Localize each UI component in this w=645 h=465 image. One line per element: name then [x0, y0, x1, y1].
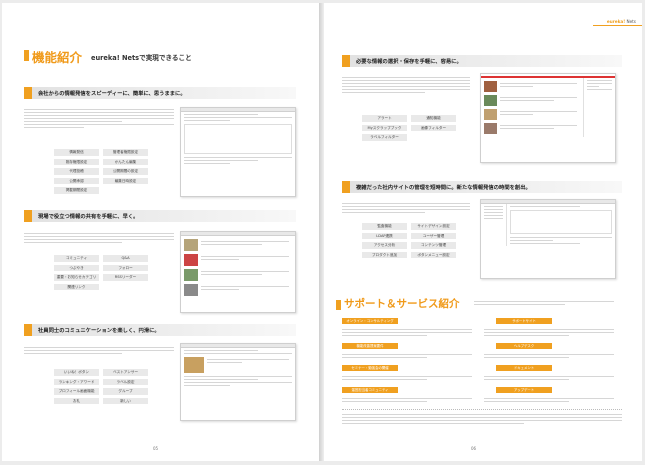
feature-tag: コンテンツ管理: [411, 242, 456, 249]
feature-tag: ラベル設定: [103, 378, 148, 386]
feature-tag: グループ: [103, 388, 148, 395]
feature-tag: かんたん編集: [103, 158, 148, 166]
support-text: [342, 396, 472, 404]
support-text: [484, 327, 614, 338]
feature-tag: ベストアンサー: [103, 369, 148, 376]
feature-tag: RSSリーダー: [103, 274, 148, 281]
feature-tag: コミュニティ: [54, 255, 99, 262]
feature-tag: 既存権限設定: [54, 158, 99, 166]
page-subtitle: eureka! Netsで実現できること: [91, 54, 192, 62]
section-4-tags: アラート 通知機能 Myスクラップブック 画像フィルター ラベルフィルター: [362, 115, 456, 141]
feature-tag: 公開期間の設定: [103, 168, 148, 175]
support-text: [342, 374, 472, 382]
screenshot-editor: [180, 107, 296, 197]
section-5-body-text: [342, 201, 470, 215]
support-label: ヘルプデスク: [496, 343, 552, 350]
feature-tag: サイトデザイン設定: [411, 223, 456, 230]
feature-tag: ボタンメニュー設定: [411, 251, 456, 259]
section-heading-5: 複雑だった社内サイトの管理を短時間に。新たな情報発信の時間を創出。: [342, 181, 622, 193]
support-title: サポート＆サービス紹介: [344, 298, 460, 310]
support-text: [484, 374, 614, 382]
feature-tag: 情報発信: [54, 149, 99, 156]
page-number-left: 05: [153, 446, 159, 451]
feature-tag: 重要・お知らせカテゴリ: [54, 274, 99, 281]
section-heading-2: 現場で役立つ情報の共有を手軽に、早く。: [24, 210, 296, 222]
screenshot-portal: [480, 73, 616, 163]
title-icon: [24, 50, 29, 61]
section-heading-1: 会社からの情報発信をスピーディーに、簡単に、思うままに。: [24, 87, 296, 99]
feature-tag: アラート: [362, 115, 407, 122]
feature-tag: Q&A: [103, 255, 148, 262]
feature-tag: ラベルフィルター: [362, 134, 407, 141]
section-2-tags: コミュニティ Q&A つぶやき フォロー 重要・お知らせカテゴリ RSSリーダー…: [54, 255, 148, 291]
left-page: 機能紹介 eureka! Netsで実現できること 会社からの情報発信をスピーデ…: [2, 3, 320, 461]
feature-tag: アクセス分析: [362, 242, 407, 249]
feature-tag: LDAP連携: [362, 232, 407, 240]
feature-tag: プロフィール画面機能: [54, 388, 99, 395]
feature-tag: Myスクラップブック: [362, 124, 407, 132]
feature-tag: ランキング・アワード: [54, 378, 99, 386]
support-label: 機能改善提案要件: [342, 343, 398, 350]
feature-tag: いいね！ボタン: [54, 369, 99, 376]
support-intro-text: [474, 299, 614, 307]
feature-tag: フォロー: [103, 264, 148, 272]
support-label: アップデート: [496, 387, 552, 394]
feature-tag: ユーザー管理: [411, 232, 456, 240]
section-4-body-text: [342, 75, 470, 95]
feature-tag: 管理者権限設定: [103, 149, 148, 156]
feature-tag: 監査機能: [362, 223, 407, 230]
support-label: サポートサイト: [496, 318, 552, 325]
screenshot-comments: [180, 343, 296, 421]
section-3-tags: いいね！ボタン ベストアンサー ランキング・アワード ラベル設定 プロフィール画…: [54, 369, 148, 405]
section-1-body-text: [24, 107, 174, 130]
feature-tag: 画像フィルター: [411, 124, 456, 132]
feature-tag: 編集日時設定: [103, 177, 148, 185]
support-text: [342, 327, 472, 338]
footnotes: [342, 412, 622, 426]
feature-tag: プロダクト追加: [362, 251, 407, 259]
screenshot-admin: [480, 199, 616, 279]
support-label: 運営担当者コミュニティ: [342, 387, 398, 394]
section-heading-3: 社員同士のコミュニケーションを楽しく、円滑に。: [24, 324, 296, 336]
divider: [342, 409, 622, 410]
page-number-right: 06: [471, 446, 477, 451]
section-2-body-text: [24, 231, 174, 245]
right-page: eureka! Nets 必要な情報の選択・保存を手軽に、容易に。 アラート 通…: [324, 3, 642, 461]
brand-logo: eureka! Nets: [592, 17, 642, 26]
support-label: オンライン・コンサルティング: [342, 318, 398, 325]
support-text: [342, 352, 472, 360]
section-5-tags: 監査機能 サイトデザイン設定 LDAP連携 ユーザー管理 アクセス分析 コンテン…: [362, 223, 456, 259]
section-3-body-text: [24, 345, 174, 356]
support-label: セミナー・勉強会の開催: [342, 365, 398, 372]
section-1-tags: 情報発信 管理者権限設定 既存権限設定 かんたん編集 代理投稿 公開期間の設定 …: [54, 149, 148, 194]
support-icon: [336, 300, 341, 310]
support-text: [484, 352, 614, 360]
feature-tag: つぶやき: [54, 264, 99, 272]
feature-tag: 通知機能: [411, 115, 456, 122]
support-label: ドキュメント: [496, 365, 552, 372]
feature-tag: 公開承認: [54, 177, 99, 185]
feature-tag: 新しい: [103, 397, 148, 405]
feature-tag: 代理投稿: [54, 168, 99, 175]
screenshot-community: [180, 231, 296, 313]
feature-tag: お礼: [54, 397, 99, 405]
feature-tag: 関連リンク: [54, 283, 99, 291]
page-title: 機能紹介: [32, 50, 83, 65]
feature-tag: 掲載期間設定: [54, 187, 99, 194]
section-heading-4: 必要な情報の選択・保存を手軽に、容易に。: [342, 55, 622, 67]
support-text: [484, 396, 614, 404]
